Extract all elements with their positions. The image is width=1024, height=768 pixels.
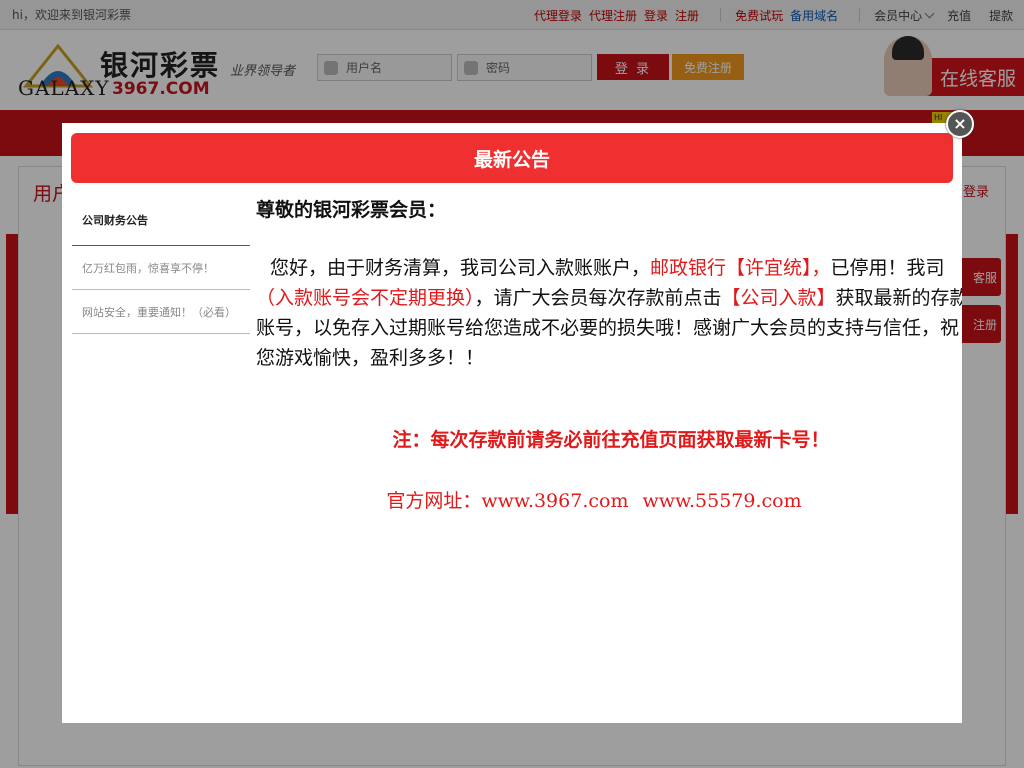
- para-change: （入款账号会不定期更换）: [256, 287, 475, 309]
- para-text-2: 已停用！我司: [830, 257, 945, 279]
- modal-title: 最新公告: [473, 148, 550, 171]
- notice-greeting: 尊敬的银河彩票会员：: [256, 199, 447, 221]
- notice-content: 尊敬的银河彩票会员： 您好，由于财务清算，我司公司入款账账户，邮政银行【许宜统】…: [256, 195, 962, 513]
- para-text-1: 您好，由于财务清算，我司公司入款账账户，: [270, 257, 651, 279]
- notice-item-redpacket[interactable]: 亿万红包雨，惊喜享不停！: [72, 246, 250, 290]
- para-text-3: ，请广大会员每次存款前点击: [474, 287, 722, 309]
- announcement-modal: 最新公告 公司财务公告 亿万红包雨，惊喜享不停！ 网站安全，重要通知！（必看） …: [62, 123, 962, 723]
- official-site: 官方网址：www.3967.com www.55579.com: [256, 486, 962, 513]
- site-link-2[interactable]: www.55579.com: [642, 490, 801, 512]
- close-icon[interactable]: ×: [946, 110, 974, 138]
- notice-paragraph: 您好，由于财务清算，我司公司入款账账户，邮政银行【许宜统】，已停用！我司 （入款账…: [256, 253, 962, 373]
- site-label: 官方网址：: [386, 490, 482, 512]
- notice-note: 注：每次存款前请务必前往充值页面获取最新卡号！: [392, 429, 830, 451]
- notice-item-security[interactable]: 网站安全，重要通知！（必看）: [72, 290, 250, 334]
- para-company: 【公司入款】: [721, 287, 836, 309]
- notice-list: 公司财务公告 亿万红包雨，惊喜享不停！ 网站安全，重要通知！（必看）: [72, 195, 250, 334]
- modal-header: 最新公告: [71, 133, 953, 183]
- para-bank: 邮政银行【许宜统】，: [650, 257, 831, 279]
- site-link-1[interactable]: www.3967.com: [481, 490, 628, 512]
- notice-item-finance[interactable]: 公司财务公告: [72, 195, 250, 246]
